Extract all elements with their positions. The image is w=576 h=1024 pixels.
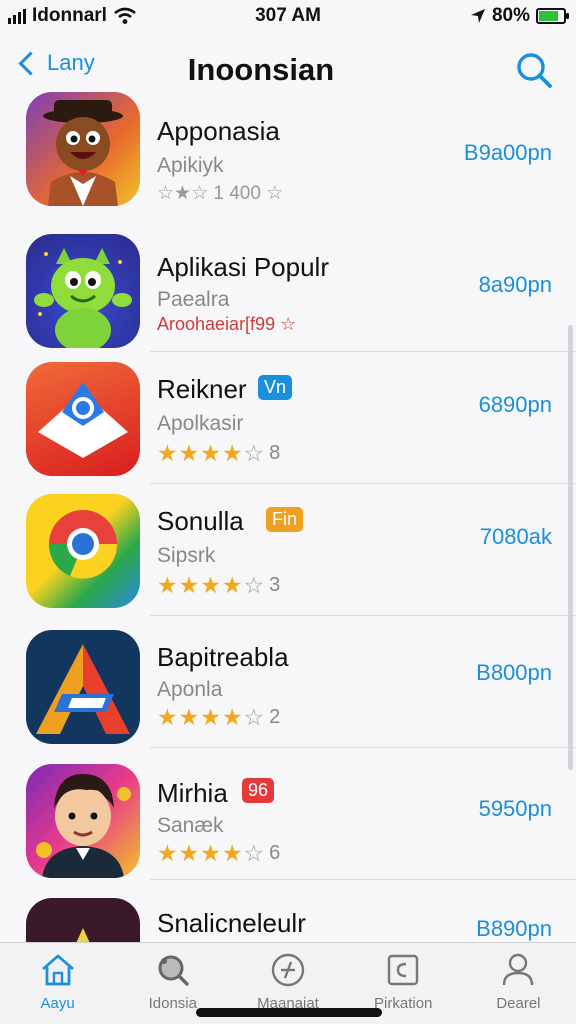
app-rating-text: Aroohaeiar[f99 ☆: [157, 314, 297, 334]
list-item[interactable]: Bapitreabla Aponla ★★★★☆ 2 B800pn: [0, 616, 576, 748]
app-badge: 96: [242, 778, 275, 803]
app-name: Bapitreabla: [157, 642, 289, 672]
app-icon-bapitreabla[interactable]: [26, 630, 140, 744]
app-icon-sonulla[interactable]: [26, 494, 140, 608]
browser-logo-icon: [48, 510, 118, 579]
app-badge: Fin: [266, 507, 304, 532]
home-icon: [41, 954, 74, 986]
app-subtitle: Aponla: [157, 678, 223, 701]
list-item[interactable]: Apponasia Apikiyk ☆★☆ 1 400 ☆ B9a00pn: [0, 88, 576, 220]
triangle-logo-icon: [36, 644, 130, 734]
app-subtitle: Sanæk: [157, 814, 224, 837]
list-item[interactable]: Snalicneleulr B890pn: [0, 880, 576, 942]
app-list[interactable]: Apponasia Apikiyk ☆★☆ 1 400 ☆ B9a00pn Ap…: [0, 88, 576, 942]
status-right: 80%: [470, 5, 569, 27]
mascot-icon: [43, 100, 123, 206]
green-creature-icon: [34, 248, 132, 348]
character-face-icon: [36, 774, 131, 878]
battery-icon: [536, 8, 569, 24]
rating-count: 8: [269, 442, 281, 464]
envelope-logo-icon: [38, 382, 128, 458]
get-price-button[interactable]: 5950pn: [479, 796, 552, 822]
app-name: Snalicneleulr: [157, 908, 306, 938]
tab-home[interactable]: Aayu: [0, 943, 115, 1024]
star-rating: ★★★★☆: [157, 572, 266, 598]
get-price-button[interactable]: B9a00pn: [464, 140, 552, 166]
app-name: Mirhia: [157, 778, 228, 808]
rating-count: 3: [269, 574, 281, 596]
dark-logo-icon: [76, 928, 90, 942]
app-icon-mascot[interactable]: [26, 92, 140, 206]
rating-count: 2: [269, 706, 281, 728]
app-icon-reikner[interactable]: [26, 362, 140, 476]
list-item[interactable]: Reikner Vn Apolkasir ★★★★☆ 8 6890pn: [0, 352, 576, 484]
star-rating: ★★★★☆: [157, 704, 266, 730]
get-price-button[interactable]: 7080ak: [480, 524, 552, 550]
tab-label: Aayu: [40, 995, 75, 1012]
app-icon-green-creature[interactable]: [26, 234, 140, 348]
star-rating: ★★★★☆: [157, 840, 266, 866]
star-rating: ★★★★☆: [157, 440, 266, 466]
app-badge: Vn: [258, 375, 293, 400]
app-subtitle: Paealra: [157, 288, 230, 311]
games-icon: [271, 953, 305, 987]
get-price-button[interactable]: 8a90pn: [479, 272, 552, 298]
get-price-button[interactable]: 6890pn: [479, 392, 552, 418]
tab-label: Pirkation: [374, 995, 433, 1012]
app-rating-text: ☆★☆ 1 400 ☆: [157, 183, 284, 204]
list-item[interactable]: Sonulla Fin Sipsrk ★★★★☆ 3 7080ak: [0, 484, 576, 616]
get-price-button[interactable]: B800pn: [476, 660, 552, 686]
home-indicator: [196, 1008, 382, 1017]
app-icon-snalicneleulr[interactable]: [26, 898, 140, 942]
app-rating: ★★★★☆ 6: [157, 840, 280, 867]
rating-count: 6: [269, 842, 281, 864]
scrollbar[interactable]: [568, 325, 573, 770]
app-subtitle: Apolkasir: [157, 412, 244, 435]
app-name: Apponasia: [157, 116, 280, 146]
list-item[interactable]: Aplikasi Populr Paealra Aroohaeiar[f99 ☆…: [0, 220, 576, 352]
apps-icon: [388, 954, 419, 986]
app-name: Reikner: [157, 374, 247, 404]
person-icon: [503, 953, 534, 986]
app-name: Aplikasi Populr: [157, 252, 329, 282]
app-name: Sonulla: [157, 506, 244, 536]
page-title: Inoonsian: [187, 52, 335, 87]
app-icon-mirhia[interactable]: [26, 764, 140, 878]
search-icon[interactable]: [514, 50, 554, 90]
app-rating: ★★★★☆ 3: [157, 572, 280, 599]
app-subtitle: Apikiyk: [157, 154, 224, 177]
battery-percent: 80%: [491, 5, 530, 26]
app-rating: ★★★★☆ 8: [157, 440, 280, 467]
tab-profile[interactable]: Dearel: [461, 943, 576, 1024]
status-bar: Idonnarl 307 AM 80%: [0, 0, 576, 34]
get-price-button[interactable]: B890pn: [476, 916, 552, 942]
tab-label: Idonsia: [148, 995, 197, 1012]
location-arrow-icon: [470, 9, 485, 23]
app-rating: ★★★★☆ 2: [157, 704, 280, 731]
tab-label: Dearel: [496, 995, 541, 1012]
list-item[interactable]: Mirhia 96 Sanæk ★★★★☆ 6 5950pn: [0, 748, 576, 880]
app-subtitle: Sipsrk: [157, 544, 216, 567]
discover-icon: [158, 955, 189, 986]
